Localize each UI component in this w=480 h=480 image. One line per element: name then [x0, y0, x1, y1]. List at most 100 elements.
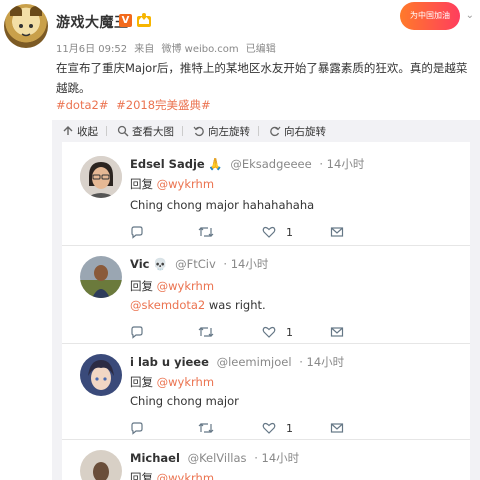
post-text: 在宣布了重庆Major后，推特上的某地区水友开始了暴露素质的狂欢。真的是越菜越跳… — [56, 61, 468, 95]
commenter-handle[interactable]: @leemimjoel — [217, 355, 292, 369]
person-photo-icon — [80, 450, 122, 480]
commenter-handle[interactable]: @Eksadgeeee — [230, 157, 311, 171]
reply-bubble-icon — [131, 422, 143, 435]
commenter-avatar[interactable] — [80, 256, 122, 298]
author-name[interactable]: 游戏大魔王 — [56, 12, 129, 32]
post-source[interactable]: 微博 weibo.com — [161, 44, 238, 55]
comment-card: i lab u yieee @leemimjoel · 14小时 回复 @wyk… — [62, 344, 470, 440]
comments-screenshot[interactable]: Edsel Sadje 🙏 @Eksadgeeee · 14小时 回复 @wyk… — [52, 142, 480, 480]
commenter-name[interactable]: i lab u yieee — [130, 355, 209, 369]
comment-text: was right. — [205, 298, 266, 312]
comment-time[interactable]: · 14小时 — [319, 157, 364, 171]
like-count: 1 — [286, 225, 293, 239]
retweet-button[interactable] — [198, 324, 214, 340]
comment-header: Edsel Sadje 🙏 @Eksadgeeee · 14小时 — [130, 156, 364, 172]
reply-prefix: 回复 — [130, 471, 153, 480]
mention-link[interactable]: @wykrhm — [157, 177, 214, 191]
comment-header: Vic 💀 @FtCiv · 14小时 — [130, 256, 268, 272]
promo-banner[interactable]: 为中国加油 — [400, 2, 460, 30]
comment-body: @skemdota2 was right. — [130, 298, 266, 312]
share-button[interactable] — [330, 224, 344, 240]
like-button[interactable]: 1 — [262, 224, 293, 240]
reply-line: 回复 @wykrhm — [130, 176, 214, 192]
reply-prefix: 回复 — [130, 375, 153, 389]
divider — [258, 126, 259, 136]
comment-body: Ching chong major hahahahaha — [130, 198, 315, 212]
reply-button[interactable] — [130, 420, 144, 436]
view-large-label: 查看大图 — [132, 125, 174, 138]
avatar-face-icon — [19, 24, 33, 37]
comment-time[interactable]: · 14小时 — [299, 355, 344, 369]
hashtag-link[interactable]: #dota2# — [56, 98, 108, 112]
comment-card: Vic 💀 @FtCiv · 14小时 回复 @wykrhm @skemdota… — [62, 246, 470, 344]
commenter-handle[interactable]: @KelVillas — [188, 451, 247, 465]
comment-time[interactable]: · 14小时 — [223, 257, 268, 271]
share-button[interactable] — [330, 420, 344, 436]
post-date[interactable]: 11月6日 09:52 — [56, 44, 127, 55]
person-photo-icon — [80, 156, 122, 198]
rotate-left-label: 向左旋转 — [208, 125, 250, 138]
reply-prefix: 回复 — [130, 177, 153, 191]
magnifier-icon — [117, 125, 129, 137]
retweet-icon — [198, 423, 214, 433]
reply-bubble-icon — [131, 226, 143, 239]
share-button[interactable] — [330, 324, 344, 340]
rotate-right-label: 向右旋转 — [284, 125, 326, 138]
mail-icon — [330, 327, 344, 337]
post-meta: 11月6日 09:52 来自 微博 weibo.com 已编辑 — [56, 40, 280, 55]
weibo-post: 游戏大魔王 V 为中国加油 ⌄ 11月6日 09:52 来自 微博 weibo.… — [0, 0, 480, 118]
comment-card: Michael @KelVillas · 14小时 回复 @wykrhm — [62, 440, 470, 480]
heart-icon — [262, 422, 276, 434]
reply-line: 回复 @wykrhm — [130, 278, 214, 294]
collapse-arrow-icon — [63, 126, 73, 135]
reply-line: 回复 @wykrhm — [130, 374, 214, 390]
retweet-icon — [198, 227, 214, 237]
comment-header: i lab u yieee @leemimjoel · 14小时 — [130, 354, 344, 370]
post-tags: #dota2# #2018完美盛典# — [56, 97, 215, 113]
like-button[interactable]: 1 — [262, 324, 293, 340]
edited-label[interactable]: 已编辑 — [246, 44, 276, 55]
commenter-avatar[interactable] — [80, 156, 122, 198]
rotate-left-icon — [193, 126, 204, 137]
mention-link[interactable]: @wykrhm — [157, 375, 214, 389]
commenter-avatar[interactable] — [80, 450, 122, 480]
image-toolbar: 收起 查看大图 向左旋转 向右旋转 — [52, 120, 480, 142]
comment-actions: 1 — [130, 224, 460, 240]
comment-time[interactable]: · 14小时 — [254, 451, 299, 465]
comment-actions: 1 — [130, 324, 460, 340]
mention-link[interactable]: @skemdota2 — [130, 298, 205, 312]
commenter-name[interactable]: Edsel Sadje — [130, 157, 205, 171]
like-count: 1 — [286, 421, 293, 435]
collapse-button[interactable]: 收起 — [62, 120, 107, 142]
divider — [182, 126, 183, 136]
commenter-avatar[interactable] — [80, 354, 122, 396]
rotate-right-button[interactable]: 向右旋转 — [269, 120, 326, 142]
view-large-button[interactable]: 查看大图 — [117, 120, 183, 142]
reply-button[interactable] — [130, 324, 144, 340]
heart-icon — [262, 326, 276, 338]
collapse-label: 收起 — [77, 125, 98, 138]
chevron-down-icon[interactable]: ⌄ — [466, 10, 474, 21]
rotate-left-button[interactable]: 向左旋转 — [193, 120, 259, 142]
retweet-button[interactable] — [198, 420, 214, 436]
praying-hands-icon: 🙏 — [208, 157, 223, 171]
like-count: 1 — [286, 325, 293, 339]
reply-line: 回复 @wykrhm — [130, 470, 214, 480]
commenter-name[interactable]: Michael — [130, 451, 180, 465]
reply-button[interactable] — [130, 224, 144, 240]
hashtag-link[interactable]: #2018完美盛典# — [116, 98, 211, 112]
author-avatar[interactable] — [4, 4, 48, 48]
rotate-right-icon — [270, 126, 281, 137]
mention-link[interactable]: @wykrhm — [157, 471, 214, 480]
skull-icon: 💀 — [153, 257, 168, 271]
member-crown-icon[interactable] — [136, 12, 152, 28]
retweet-button[interactable] — [198, 224, 214, 240]
commenter-name[interactable]: Vic — [130, 257, 149, 271]
comment-body: Ching chong major — [130, 394, 239, 408]
like-button[interactable]: 1 — [262, 420, 293, 436]
mention-link[interactable]: @wykrhm — [157, 279, 214, 293]
comment-header: Michael @KelVillas · 14小时 — [130, 450, 299, 466]
person-photo-icon — [80, 256, 122, 298]
heart-icon — [262, 226, 276, 238]
commenter-handle[interactable]: @FtCiv — [175, 257, 216, 271]
